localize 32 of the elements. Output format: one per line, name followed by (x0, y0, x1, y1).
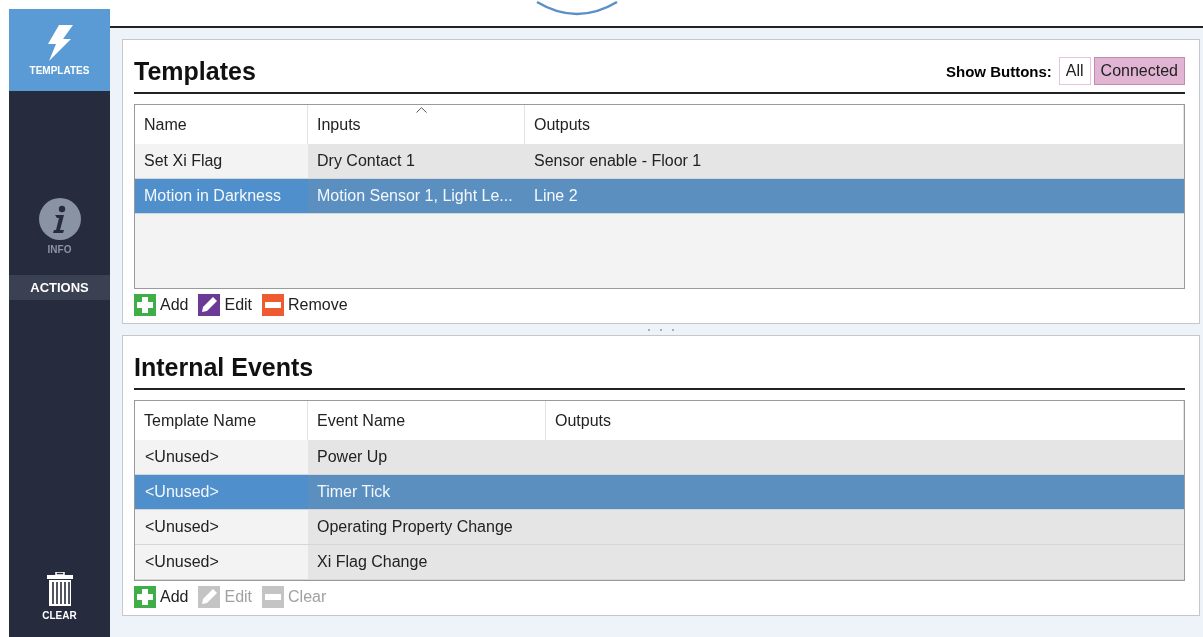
add-button[interactable]: Add (134, 294, 189, 316)
table-row[interactable]: Set Xi Flag Dry Contact 1 Sensor enable - Floor 1 (135, 144, 1184, 179)
table-cell: <Unused> (135, 475, 308, 510)
show-buttons-label: Show Buttons: (946, 62, 1052, 80)
table-cell: Operating Property Change (308, 510, 546, 545)
minus-icon (262, 294, 285, 316)
toggle-button[interactable]: Connected (1093, 57, 1185, 85)
table-cell: Line 2 (525, 179, 1184, 214)
add-button[interactable]: Add (134, 586, 189, 608)
edit-button[interactable]: Edit (198, 294, 253, 316)
table-cell: Motion in Darkness (135, 179, 308, 214)
minus-icon (262, 586, 285, 608)
table-cell: Dry Contact 1 (308, 144, 525, 179)
panel-title: Internal Events (134, 352, 314, 382)
table-cell: Motion Sensor 1, Light Le... (308, 179, 525, 214)
toggle-button[interactable]: All (1058, 57, 1091, 85)
info-icon (38, 197, 81, 240)
pencil-icon (198, 586, 221, 608)
table-cell: Power Up (308, 440, 546, 475)
plus-icon (134, 586, 156, 608)
panel-title: Templates (134, 56, 256, 86)
table-cell: Sensor enable - Floor 1 (525, 144, 1184, 179)
table-cell: Xi Flag Change (308, 545, 546, 580)
trash-icon (46, 572, 73, 606)
sort-caret-icon (416, 107, 427, 113)
section-header: ACTIONS (9, 275, 110, 300)
sidebar-tab[interactable]: INFO (9, 191, 110, 261)
table-cell: Timer Tick (308, 475, 546, 510)
clear-button[interactable]: CLEAR (9, 572, 110, 621)
plus-icon (134, 294, 156, 316)
pencil-icon (198, 294, 221, 316)
remove-button[interactable]: Remove (262, 294, 348, 316)
